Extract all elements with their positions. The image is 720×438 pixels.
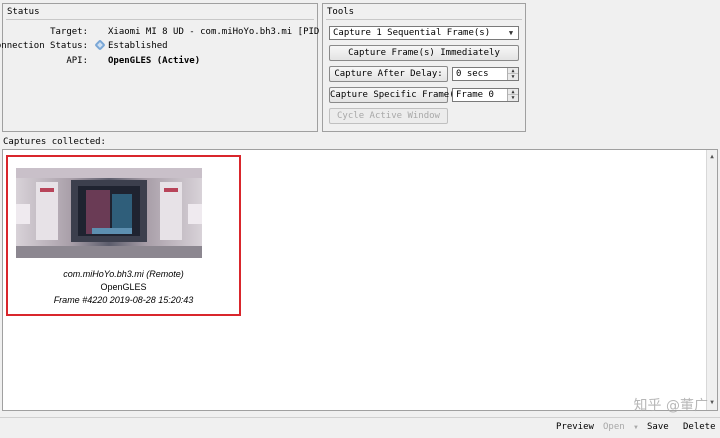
capture-specific-frame-button[interactable]: Capture Specific Frame(s): (329, 87, 471, 103)
captures-panel[interactable]: com.miHoYo.bh3.mi (Remote) OpenGLES Fram… (2, 149, 718, 411)
capture-immediately-button[interactable]: Capture Frame(s) Immediately (329, 45, 519, 61)
frame-spinner[interactable]: ▲ ▼ (507, 89, 518, 101)
scroll-down-icon[interactable]: ▼ (707, 398, 717, 408)
capture-after-delay-button[interactable]: Capture After Delay: (329, 66, 448, 82)
api-label: API: (66, 56, 88, 66)
capture-count-value: Capture 1 Sequential Frame(s) (333, 28, 491, 38)
delay-spinner[interactable]: ▲ ▼ (507, 68, 518, 80)
connection-established-icon (95, 40, 105, 50)
tools-group: Tools Capture 1 Sequential Frame(s) ▼ Ca… (322, 3, 526, 132)
cycle-active-window-button[interactable]: Cycle Active Window (329, 108, 448, 124)
chevron-down-icon: ▼ (634, 424, 638, 431)
delay-seconds-value: 0 secs (456, 69, 489, 79)
save-button[interactable]: Save (647, 422, 669, 432)
watermark: 知乎 @董广 (633, 398, 708, 414)
capture-name: com.miHoYo.bh3.mi (Remote) (63, 269, 184, 279)
specific-frame-input[interactable]: Frame 0 ▲ ▼ (452, 88, 519, 102)
captures-scrollbar[interactable]: ▲ ▼ (706, 150, 717, 410)
tools-title: Tools (327, 7, 355, 17)
connection-status-label: Connection Status: (0, 41, 88, 51)
spin-down-icon[interactable]: ▼ (508, 74, 518, 80)
status-divider (6, 19, 314, 20)
open-button-label: Open (603, 422, 625, 432)
open-button[interactable]: Open ▼ (603, 422, 638, 432)
api-value: OpenGLES (Active) (108, 56, 201, 66)
capture-item[interactable]: com.miHoYo.bh3.mi (Remote) OpenGLES Fram… (6, 155, 241, 316)
status-group: Status Target: Xiaomi MI 8 UD - com.miHo… (0, 3, 357, 132)
preview-button[interactable]: Preview (556, 422, 594, 432)
captures-collected-label: Captures collected: (3, 137, 106, 147)
status-title: Status (7, 7, 40, 17)
capture-count-select[interactable]: Capture 1 Sequential Frame(s) ▼ (329, 26, 519, 40)
specific-frame-value: Frame 0 (456, 90, 494, 100)
scroll-up-icon[interactable]: ▲ (707, 152, 717, 162)
capture-thumbnail[interactable] (16, 168, 202, 258)
spin-down-icon[interactable]: ▼ (508, 95, 518, 101)
tools-divider (326, 19, 522, 20)
capture-api: OpenGLES (100, 282, 147, 292)
delay-seconds-input[interactable]: 0 secs ▲ ▼ (452, 67, 519, 81)
target-value: Xiaomi MI 8 UD - com.miHoYo.bh3.mi [PID … (108, 27, 358, 37)
target-label: Target: (50, 27, 88, 37)
footer-bar: Preview Open ▼ Save Delete (0, 417, 720, 438)
chevron-down-icon: ▼ (508, 29, 514, 37)
capture-frame: Frame #4220 2019-08-28 15:20:43 (53, 295, 194, 305)
connection-status-value: Established (108, 41, 168, 51)
delete-button[interactable]: Delete (683, 422, 716, 432)
